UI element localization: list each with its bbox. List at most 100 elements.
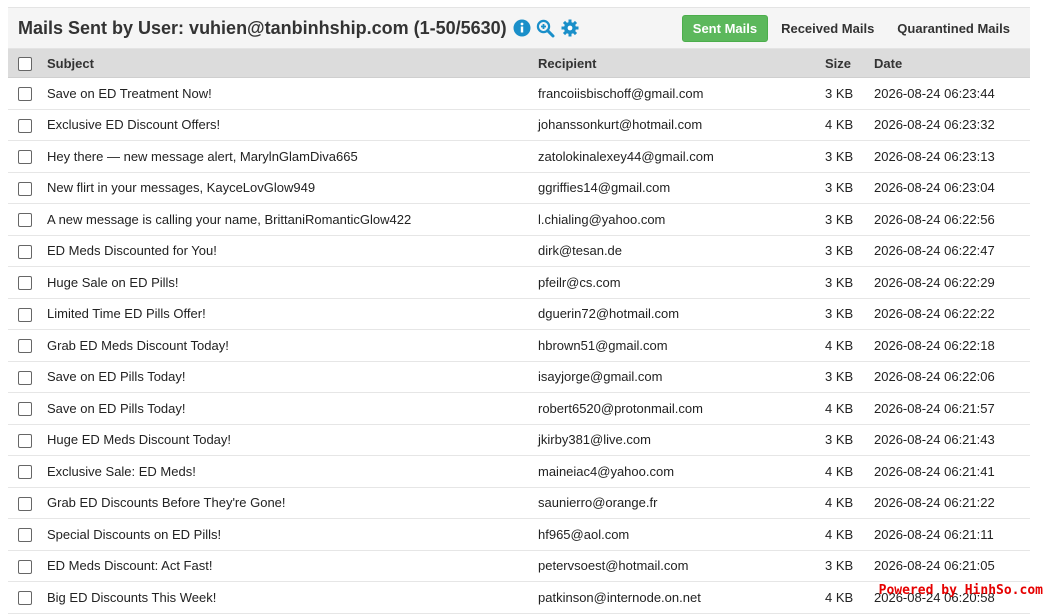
table-row[interactable]: Exclusive Sale: ED Meds! maineiac4@yahoo.… (8, 455, 1030, 488)
cell-subject[interactable]: Grab ED Meds Discount Today! (43, 329, 534, 362)
row-select-cell (8, 361, 43, 393)
cell-subject[interactable]: Exclusive ED Discount Offers! (43, 109, 534, 141)
cell-recipient: jkirby381@live.com (534, 424, 821, 456)
table-row[interactable]: Limited Time ED Pills Offer! dguerin72@ho… (8, 298, 1030, 330)
row-select-cell (8, 424, 43, 456)
cell-recipient: dirk@tesan.de (534, 235, 821, 267)
cell-date: 2026-08-24 06:22:29 (870, 266, 1030, 299)
row-checkbox[interactable] (18, 433, 32, 448)
select-all-checkbox[interactable] (18, 56, 32, 71)
cell-subject[interactable]: Hey there — new message alert, MarylnGla… (43, 140, 534, 173)
cell-date: 2026-08-24 06:22:18 (870, 329, 1030, 362)
cell-recipient: dguerin72@hotmail.com (534, 298, 821, 330)
cell-recipient: johanssonkurt@hotmail.com (534, 109, 821, 141)
row-checkbox[interactable] (18, 244, 32, 259)
row-select-cell (8, 298, 43, 330)
tab-sent-mails[interactable]: Sent Mails (681, 14, 769, 42)
row-checkbox[interactable] (18, 339, 32, 354)
row-checkbox[interactable] (18, 276, 32, 291)
cell-subject[interactable]: Limited Time ED Pills Offer! (43, 298, 534, 330)
table-row[interactable]: Grab ED Meds Discount Today! hbrown51@gma… (8, 329, 1030, 362)
tab-quarantined-mails[interactable]: Quarantined Mails (887, 16, 1020, 41)
column-header-date[interactable]: Date (870, 49, 1030, 78)
cell-subject[interactable]: Exclusive Sale: ED Meds! (43, 455, 534, 488)
row-select-cell (8, 140, 43, 173)
cell-subject[interactable]: New flirt in your messages, KayceLovGlow… (43, 172, 534, 204)
cell-subject[interactable]: Save on ED Pills Today! (43, 392, 534, 425)
table-row[interactable]: Save on ED Pills Today! isayjorge@gmail.c… (8, 361, 1030, 393)
cell-subject[interactable]: Big ED Discounts This Week! (43, 581, 534, 614)
row-select-cell (8, 550, 43, 582)
gear-icon[interactable] (560, 18, 580, 38)
cell-size: 3 KB (821, 424, 870, 456)
cell-size: 3 KB (821, 172, 870, 204)
table-row[interactable]: ED Meds Discounted for You! dirk@tesan.de… (8, 235, 1030, 267)
cell-size: 4 KB (821, 329, 870, 362)
table-row[interactable]: Hey there — new message alert, MarylnGla… (8, 140, 1030, 173)
cell-recipient: isayjorge@gmail.com (534, 361, 821, 393)
row-select-cell (8, 266, 43, 299)
row-checkbox[interactable] (18, 402, 32, 417)
table-row[interactable]: New flirt in your messages, KayceLovGlow… (8, 172, 1030, 204)
cell-date: 2026-08-24 06:23:44 (870, 77, 1030, 110)
cell-size: 3 KB (821, 298, 870, 330)
row-checkbox[interactable] (18, 213, 32, 228)
table-row[interactable]: Save on ED Pills Today! robert6520@proton… (8, 392, 1030, 425)
row-checkbox[interactable] (18, 496, 32, 511)
table-row[interactable]: Save on ED Treatment Now! francoiisbischo… (8, 77, 1030, 110)
table-row[interactable]: Huge Sale on ED Pills! pfeilr@cs.com 3 KB 2… (8, 266, 1030, 299)
row-select-cell (8, 77, 43, 110)
row-checkbox[interactable] (18, 118, 32, 133)
cell-date: 2026-08-24 06:21:05 (870, 550, 1030, 582)
column-header-size[interactable]: Size (821, 49, 870, 78)
info-icon[interactable] (512, 18, 532, 38)
cell-recipient: petervsoest@hotmail.com (534, 550, 821, 582)
row-checkbox[interactable] (18, 307, 32, 322)
cell-recipient: zatolokinalexey44@gmail.com (534, 140, 821, 173)
cell-subject[interactable]: Huge Sale on ED Pills! (43, 266, 534, 299)
table-row[interactable]: Big ED Discounts This Week! patkinson@int… (8, 581, 1030, 614)
cell-subject[interactable]: Special Discounts on ED Pills! (43, 518, 534, 551)
column-header-subject[interactable]: Subject (43, 49, 534, 78)
cell-size: 3 KB (821, 203, 870, 236)
table-row[interactable]: Grab ED Discounts Before They're Gone! sa… (8, 487, 1030, 519)
cell-subject[interactable]: ED Meds Discounted for You! (43, 235, 534, 267)
row-checkbox[interactable] (18, 559, 32, 574)
cell-subject[interactable]: ED Meds Discount: Act Fast! (43, 550, 534, 582)
row-select-cell (8, 392, 43, 425)
row-checkbox[interactable] (18, 465, 32, 480)
tab-received-mails[interactable]: Received Mails (771, 16, 884, 41)
cell-subject[interactable]: Grab ED Discounts Before They're Gone! (43, 487, 534, 519)
row-checkbox[interactable] (18, 181, 32, 196)
table-row[interactable]: Special Discounts on ED Pills! hf965@aol.… (8, 518, 1030, 551)
cell-size: 4 KB (821, 109, 870, 141)
cell-subject[interactable]: Save on ED Treatment Now! (43, 77, 534, 110)
row-select-cell (8, 203, 43, 236)
cell-subject[interactable]: Save on ED Pills Today! (43, 361, 534, 393)
table-row[interactable]: ED Meds Discount: Act Fast! petervsoest@h… (8, 550, 1030, 582)
cell-size: 3 KB (821, 77, 870, 110)
table-row[interactable]: A new message is calling your name, Brit… (8, 203, 1030, 236)
zoom-in-icon[interactable] (536, 18, 556, 38)
row-select-cell (8, 581, 43, 614)
row-checkbox[interactable] (18, 150, 32, 165)
cell-size: 4 KB (821, 581, 870, 614)
cell-subject[interactable]: Huge ED Meds Discount Today! (43, 424, 534, 456)
table-row[interactable]: Exclusive ED Discount Offers! johanssonku… (8, 109, 1030, 141)
cell-date: 2026-08-24 06:23:32 (870, 109, 1030, 141)
cell-recipient: hbrown51@gmail.com (534, 329, 821, 362)
row-checkbox[interactable] (18, 591, 32, 606)
row-checkbox[interactable] (18, 370, 32, 385)
cell-date: 2026-08-24 06:21:41 (870, 455, 1030, 488)
row-select-cell (8, 455, 43, 488)
table-header-row: Subject Recipient Size Date (8, 49, 1030, 78)
row-select-cell (8, 487, 43, 519)
row-checkbox[interactable] (18, 528, 32, 543)
table-row[interactable]: Huge ED Meds Discount Today! jkirby381@li… (8, 424, 1030, 456)
cell-subject[interactable]: A new message is calling your name, Brit… (43, 203, 534, 236)
cell-date: 2026-08-24 06:22:56 (870, 203, 1030, 236)
column-header-recipient[interactable]: Recipient (534, 49, 821, 78)
cell-date: 2026-08-24 06:21:22 (870, 487, 1030, 519)
mail-table: Subject Recipient Size Date Save on ED T… (8, 49, 1030, 614)
row-checkbox[interactable] (18, 87, 32, 102)
